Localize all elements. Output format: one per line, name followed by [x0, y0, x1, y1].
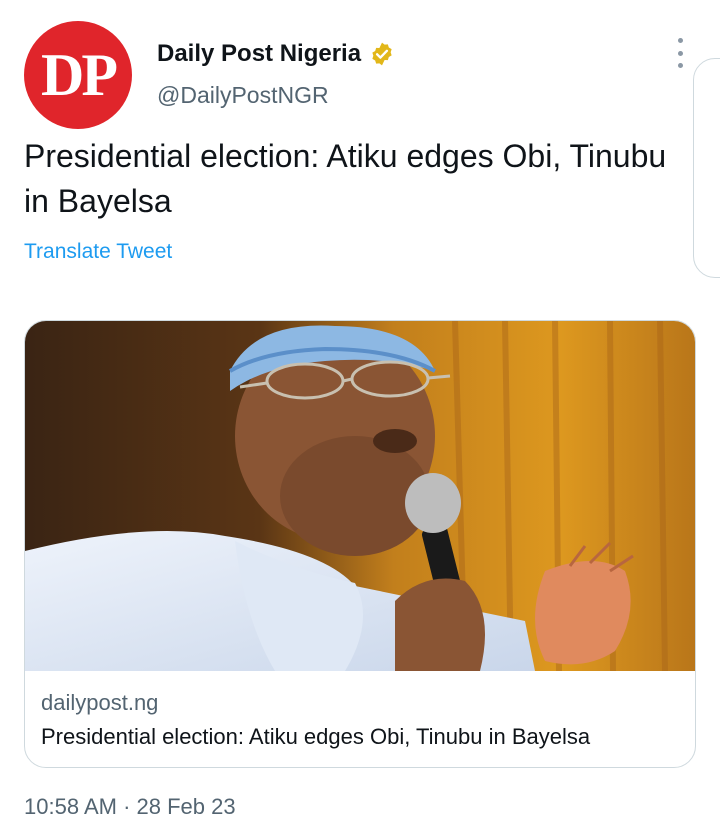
tweet-text: Presidential election: Atiku edges Obi, …	[24, 138, 667, 219]
more-options-button[interactable]	[670, 38, 690, 68]
card-image	[25, 321, 695, 671]
link-card[interactable]: dailypost.ng Presidential election: Atik…	[24, 320, 696, 768]
avatar[interactable]: DP	[24, 21, 132, 129]
author-name-row[interactable]: Daily Post Nigeria	[157, 39, 395, 69]
author-name[interactable]: Daily Post Nigeria	[157, 39, 361, 69]
tweet-timestamp[interactable]: 10:58 AM · 28 Feb 23	[24, 792, 236, 822]
avatar-logo-text: DP	[41, 42, 118, 108]
more-vertical-icon	[677, 38, 683, 43]
side-panel-edge	[693, 58, 720, 278]
translate-tweet-link[interactable]: Translate Tweet	[24, 238, 172, 266]
verified-badge-icon	[372, 42, 392, 66]
author-handle[interactable]: @DailyPostNGR	[157, 80, 329, 110]
card-title: Presidential election: Atiku edges Obi, …	[41, 724, 591, 749]
card-domain: dailypost.ng	[41, 690, 159, 715]
